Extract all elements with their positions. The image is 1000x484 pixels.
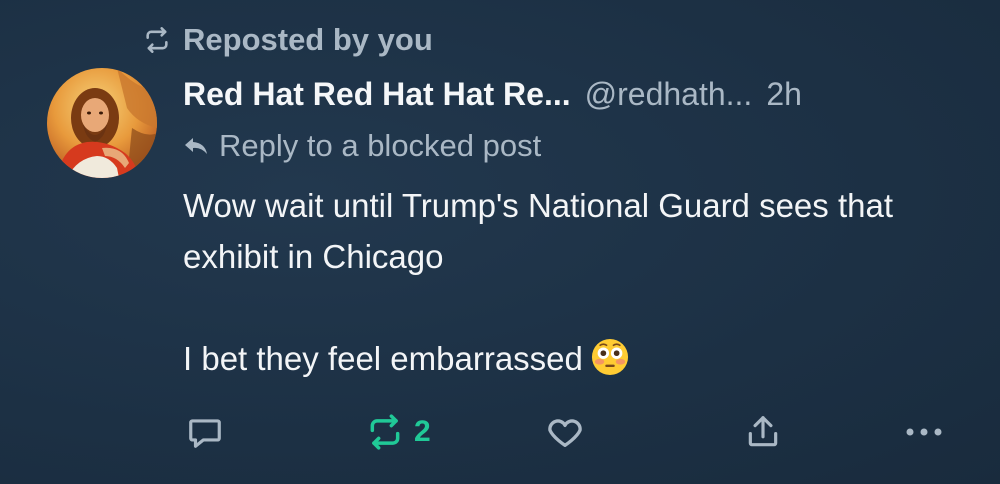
author-handle[interactable]: @redhath... [585, 76, 753, 113]
reposted-by-line[interactable]: Reposted by you [143, 20, 433, 60]
reposted-by-label: Reposted by you [183, 22, 433, 57]
post-text-paragraph-2: I bet they feel embarrassed [183, 333, 973, 384]
more-icon [906, 428, 942, 436]
heart-icon [548, 419, 582, 447]
post-header: Red Hat Red Hat Hat Re... @redhath... 2h [183, 72, 802, 116]
repost-count: 2 [414, 415, 431, 448]
post-body: Wow wait until Trump's National Guard se… [183, 180, 973, 384]
post-timestamp[interactable]: 2h [766, 76, 802, 113]
more-options-button[interactable] [902, 412, 946, 452]
flushed-face-emoji [591, 338, 628, 376]
share-button[interactable] [744, 412, 782, 452]
reply-bubble-icon [189, 419, 221, 448]
reply-arrow-icon [185, 138, 207, 154]
post-text-paragraph-1: Wow wait until Trump's National Guard se… [183, 187, 893, 275]
repost-icon [370, 414, 400, 450]
post-actions-bar: 2 [0, 404, 1000, 460]
post-text-paragraph-2-text: I bet they feel embarrassed [183, 340, 583, 377]
reply-button[interactable] [186, 412, 224, 452]
repost-button[interactable]: 2 [366, 412, 431, 452]
reply-context-label: Reply to a blocked post [219, 128, 542, 163]
avatar[interactable] [47, 68, 157, 178]
like-button[interactable] [545, 412, 585, 452]
avatar-image [47, 68, 157, 178]
share-icon [748, 416, 778, 447]
author-display-name[interactable]: Red Hat Red Hat Hat Re... [183, 76, 571, 113]
post-card[interactable]: Reposted by you Red Hat Red Hat Hat Re..… [0, 0, 1000, 484]
repost-icon [146, 27, 168, 53]
reply-context: Reply to a blocked post [183, 126, 541, 166]
